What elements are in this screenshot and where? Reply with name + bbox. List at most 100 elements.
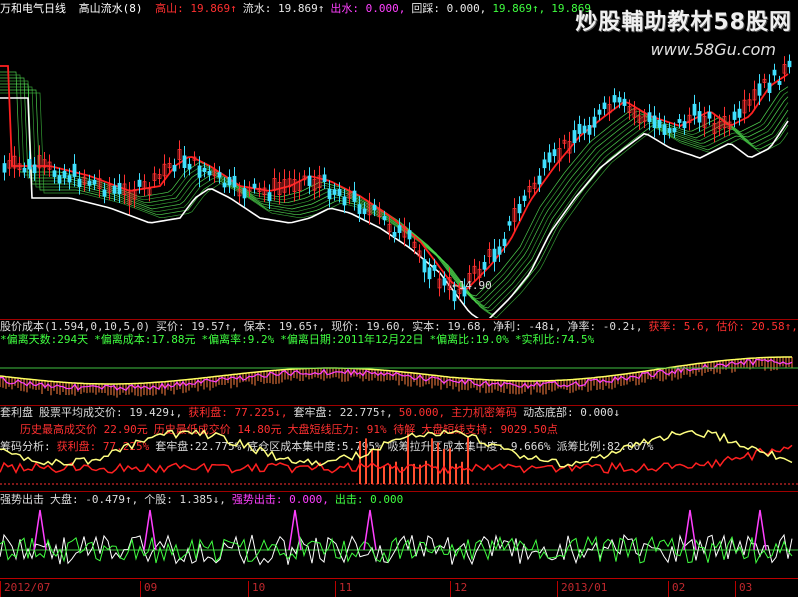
cost-value-0: 股价成本(1.594,0,10,5,0): [0, 320, 150, 333]
deviation-value-3: *偏离日期:2011年12月22日: [280, 333, 424, 346]
axis-tick: 11: [335, 581, 352, 597]
candle-body: [507, 221, 512, 226]
indicator-name[interactable]: 高山流水(8): [79, 2, 143, 15]
axis-tick: 09: [140, 581, 157, 597]
candle-body: [547, 152, 552, 163]
candle-body: [202, 167, 207, 173]
candle-body: [587, 125, 592, 135]
axis-tick: 12: [450, 581, 467, 597]
candle-body: [252, 183, 257, 189]
candle-body: [497, 246, 502, 255]
panel-divider: [0, 491, 798, 492]
candle-body: [442, 278, 447, 286]
axis-tick: 02: [668, 581, 685, 597]
candle-body: [677, 119, 682, 123]
candle-body: [427, 267, 432, 280]
candle-body: [207, 170, 212, 176]
candle-body: [597, 109, 602, 115]
candle-body: [217, 172, 222, 178]
candle-body: [87, 180, 92, 186]
candle-body: [662, 124, 667, 135]
candle-body: [757, 83, 762, 96]
moving-average-line: [0, 65, 789, 292]
candle-body: [242, 188, 247, 199]
candle-body: [787, 60, 792, 68]
candle-body: [182, 155, 187, 168]
candle-body: [432, 264, 437, 271]
cost-chart[interactable]: [0, 346, 798, 404]
deviation-info-row: *偏离天数:294天 *偏离成本:17.88元 *偏离率:9.2% *偏离日期:201…: [0, 333, 600, 347]
candle-body: [342, 196, 347, 206]
candle-body: [692, 103, 697, 116]
candle-body: [382, 216, 387, 221]
strong-value-2: 个股: 1.385↓,: [144, 493, 226, 506]
candle-body: [187, 163, 192, 170]
candle-body: [357, 204, 362, 214]
cost-value-4: 实本: 19.68,: [412, 320, 488, 333]
candle-body: [647, 112, 652, 123]
candle-body: [492, 248, 497, 262]
cost-value-7: 获率: 5.6,: [648, 320, 711, 333]
header-value-4: 19.869↑,: [492, 2, 546, 15]
candle-body: [777, 81, 782, 85]
cost-value-5: 净利: -48↓,: [493, 320, 562, 333]
stock-chart-screen: { "header": { "title": "万和电气日线", "indica…: [0, 0, 798, 597]
cost-indicator-header: 股价成本(1.594,0,10,5,0) 买价: 19.57↑, 保本: 19.65…: [0, 320, 798, 334]
chip-cost-line: [0, 429, 793, 468]
band-line: [0, 86, 789, 312]
cost-value-2: 保本: 19.65↑,: [243, 320, 326, 333]
candle-body: [397, 225, 402, 233]
band-line: [0, 83, 789, 309]
price-candle-chart[interactable]: [0, 18, 798, 318]
candle-body: [62, 170, 67, 178]
candle-body: [572, 130, 577, 144]
candle-body: [407, 230, 412, 240]
header-value-2: 出水: 0.000,: [330, 2, 406, 15]
candle-body: [327, 188, 332, 200]
candle-body: [92, 179, 97, 185]
candle-body: [27, 159, 32, 170]
header-value-0: 高山: 19.869↑: [155, 2, 237, 15]
strong-value-3: 强势出击: 0.000,: [231, 493, 329, 506]
candle-body: [617, 97, 622, 103]
candle-body: [197, 165, 202, 178]
chart-title: 万和电气日线: [0, 2, 66, 15]
candle-body: [117, 182, 122, 195]
indicator-values: 高山: 19.869↑ 流水: 19.869↑ 出水: 0.000, 回踩: 0.00…: [155, 2, 597, 15]
strong-attack-chart[interactable]: [0, 508, 798, 578]
candle-body: [232, 175, 237, 188]
candle-body: [652, 115, 657, 129]
deviation-value-2: *偏离率:9.2%: [201, 333, 275, 346]
candle-body: [222, 182, 227, 188]
cost-value-3: 现价: 19.60,: [331, 320, 407, 333]
deviation-value-5: *实利比:74.5%: [514, 333, 595, 346]
candle-body: [422, 259, 427, 273]
candle-body: [502, 238, 507, 247]
cost-value-6: 净率: -0.2↓,: [567, 320, 643, 333]
candle-body: [732, 111, 737, 120]
candle-body: [112, 185, 117, 194]
strong-signal-spike: [683, 509, 697, 551]
candle-body: [582, 125, 587, 134]
candle-body: [332, 189, 337, 195]
strong-attack-header: 强势出击 大盘: -0.479↑, 个股: 1.385↓, 强势出击: 0.000, 出…: [0, 493, 409, 507]
chip-chart[interactable]: [0, 418, 798, 490]
candle-body: [172, 164, 177, 172]
candle-body: [102, 189, 107, 197]
strong-signal-spike: [363, 509, 377, 551]
deviation-value-1: *偏离成本:17.88元: [94, 333, 196, 346]
candle-body: [667, 128, 672, 133]
strong-value-4: 出击: 0.000: [334, 493, 404, 506]
cost-value-8: 估价: 20.58↑,: [716, 320, 798, 333]
candle-body: [772, 69, 777, 76]
candle-body: [52, 170, 57, 177]
candle-body: [522, 195, 527, 201]
strong-value-0: 强势出击: [0, 493, 44, 506]
low-price-label: ←14.90: [452, 279, 492, 292]
cost-value-1: 买价: 19.57↑,: [155, 320, 238, 333]
axis-tick: 10: [248, 581, 265, 597]
axis-tick: 2013/01: [557, 581, 607, 597]
header-bar: 万和电气日线 高山流水(8) 高山: 19.869↑ 流水: 19.869↑ 出水:…: [0, 2, 603, 16]
axis-tick: 03: [735, 581, 752, 597]
candle-body: [697, 111, 702, 123]
